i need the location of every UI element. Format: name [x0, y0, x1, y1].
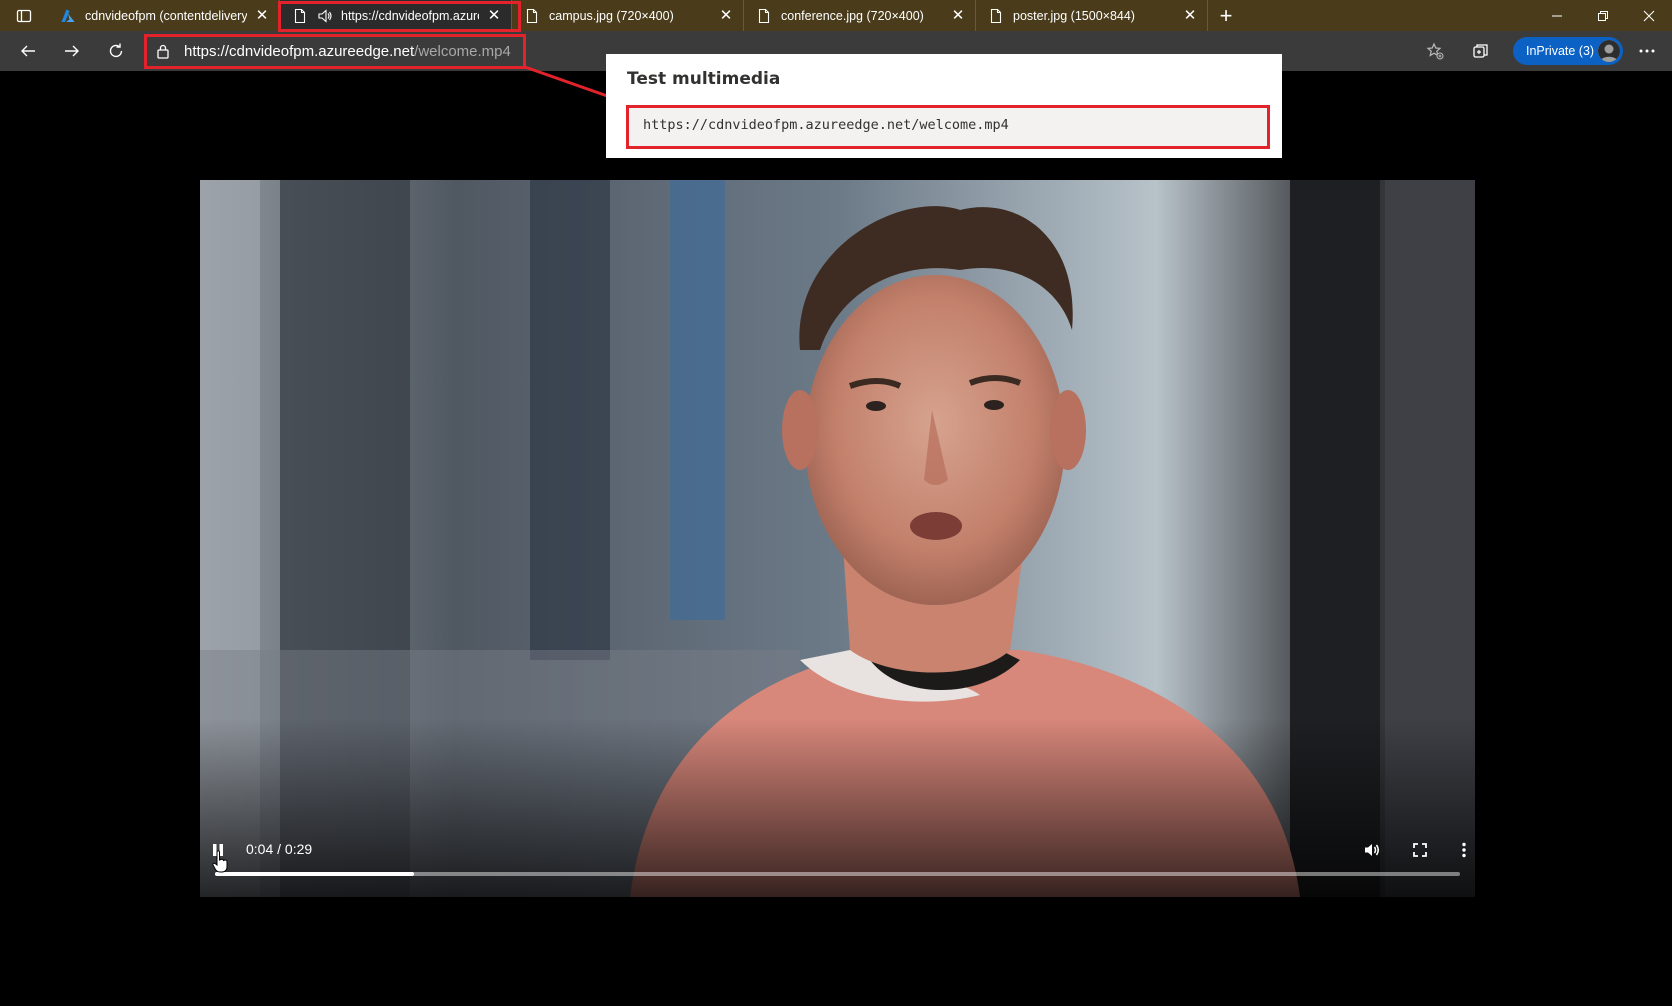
callout-url-field: https://cdnvideofpm.azureedge.net/welcom… [626, 105, 1270, 149]
more-vertical-icon [1462, 842, 1466, 858]
video-controls: 0:04 / 0:29 [200, 826, 1475, 897]
test-multimedia-callout: Test multimedia https://cdnvideofpm.azur… [606, 54, 1282, 158]
video-player[interactable] [200, 180, 1475, 897]
callout-title: Test multimedia [627, 69, 781, 89]
volume-button[interactable] [1358, 836, 1386, 864]
seek-bar[interactable] [215, 872, 1460, 876]
more-options-button[interactable] [1454, 836, 1474, 864]
volume-icon [1365, 844, 1380, 856]
fullscreen-icon [1413, 843, 1427, 857]
time-display: 0:04 / 0:29 [246, 841, 313, 857]
seek-bar-progress [215, 872, 415, 876]
hand-cursor-icon [212, 850, 228, 873]
video-frame [200, 180, 1475, 897]
fullscreen-button[interactable] [1406, 836, 1434, 864]
